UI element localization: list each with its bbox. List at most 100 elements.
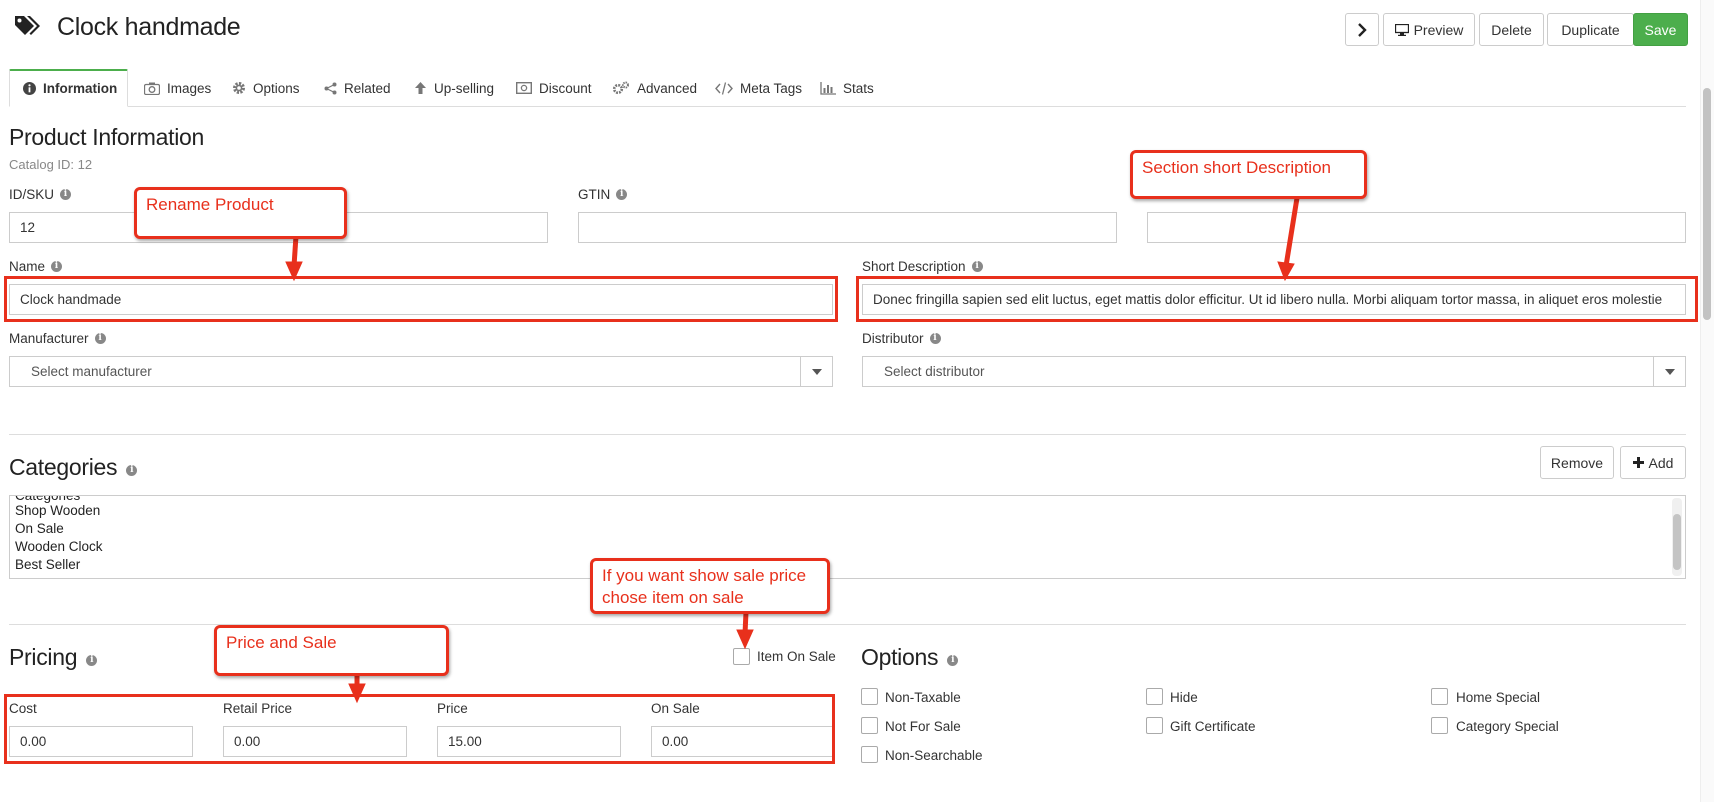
- info-icon: i: [616, 189, 628, 200]
- tab-advanced[interactable]: Advanced: [610, 69, 699, 107]
- not-for-sale-checkbox[interactable]: [861, 717, 878, 734]
- options-title: Options i: [861, 644, 959, 671]
- add-category-label: Add: [1648, 454, 1674, 471]
- categories-title: Categories i: [9, 454, 138, 481]
- gtin-label-text: GTIN: [578, 187, 611, 202]
- tab-stats-label: Stats: [843, 80, 874, 96]
- tab-options[interactable]: Options: [230, 69, 302, 107]
- chevron-right-icon: [1358, 22, 1367, 37]
- category-item[interactable]: Shop Wooden: [15, 502, 100, 520]
- item-on-sale-checkbox[interactable]: [733, 648, 750, 665]
- pricing-title-text: Pricing: [9, 644, 78, 670]
- price-and-sale-callout: Price and Sale: [214, 625, 449, 676]
- non-searchable-checkbox[interactable]: [861, 746, 878, 763]
- caret-down-icon: [1653, 357, 1685, 386]
- gtin-label: GTIN i: [578, 187, 628, 202]
- hide-label: Hide: [1170, 690, 1198, 705]
- info-circle-icon: [23, 82, 36, 95]
- item-on-sale-callout-line2: chose item on sale: [602, 588, 744, 607]
- home-special-checkbox[interactable]: [1431, 688, 1448, 705]
- tab-up-selling[interactable]: Up-selling: [412, 69, 496, 107]
- manufacturer-select[interactable]: Select manufacturer: [9, 356, 833, 387]
- delete-button[interactable]: Delete: [1479, 13, 1544, 46]
- category-item[interactable]: Wooden Clock: [15, 538, 103, 556]
- tab-discount-label: Discount: [539, 80, 592, 96]
- desktop-icon: [1394, 23, 1409, 36]
- tab-related[interactable]: Related: [322, 69, 393, 107]
- info-icon: i: [947, 655, 959, 666]
- non-searchable-label: Non-Searchable: [885, 748, 983, 763]
- next-button[interactable]: [1345, 13, 1379, 46]
- distributor-select[interactable]: Select distributor: [862, 356, 1686, 387]
- categories-listbox[interactable]: Categories Shop Wooden On Sale Wooden Cl…: [9, 495, 1686, 579]
- tab-related-label: Related: [344, 80, 391, 96]
- add-category-button[interactable]: Add: [1620, 446, 1686, 479]
- annotation-arrows: [285, 197, 1300, 704]
- info-icon: i: [86, 655, 98, 666]
- tab-information[interactable]: Information: [9, 69, 129, 107]
- gift-certificate-label: Gift Certificate: [1170, 719, 1256, 734]
- tab-up-selling-label: Up-selling: [434, 80, 495, 96]
- tab-information-label: Information: [43, 81, 118, 96]
- third-field-input[interactable]: [1147, 212, 1686, 243]
- distributor-select-value: Select distributor: [884, 364, 985, 379]
- pricing-title: Pricing i: [9, 644, 98, 671]
- tab-meta-tags-label: Meta Tags: [740, 80, 803, 96]
- hide-checkbox[interactable]: [1146, 688, 1163, 705]
- short-description-label-text: Short Description: [862, 259, 966, 274]
- manufacturer-select-value: Select manufacturer: [31, 364, 152, 379]
- pricing-highlight-box: [4, 694, 835, 764]
- manufacturer-label-text: Manufacturer: [9, 331, 89, 346]
- info-icon: i: [94, 333, 106, 344]
- tab-images-label: Images: [167, 80, 212, 96]
- caret-down-icon: [800, 357, 832, 386]
- page-scrollbar-thumb[interactable]: [1703, 88, 1711, 320]
- duplicate-button[interactable]: Duplicate: [1547, 13, 1634, 46]
- category-item[interactable]: Best Seller: [15, 556, 80, 574]
- share-icon: [324, 82, 337, 94]
- categories-title-text: Categories: [9, 454, 118, 480]
- item-on-sale-label: Item On Sale: [757, 649, 836, 664]
- info-icon: i: [971, 261, 983, 272]
- save-button[interactable]: Save: [1633, 13, 1688, 46]
- preview-button[interactable]: Preview: [1383, 13, 1475, 46]
- name-label: Name i: [9, 259, 63, 274]
- category-special-label: Category Special: [1456, 719, 1559, 734]
- listbox-scrollbar-thumb[interactable]: [1673, 514, 1681, 570]
- code-icon: [715, 81, 733, 95]
- preview-label: Preview: [1413, 21, 1464, 38]
- non-taxable-checkbox[interactable]: [861, 688, 878, 705]
- arrow-up-icon: [415, 82, 426, 94]
- sku-label-text: ID/SKU: [9, 187, 55, 202]
- rename-product-callout: Rename Product: [134, 187, 347, 239]
- item-on-sale-callout: If you want show sale price chose item o…: [590, 558, 830, 614]
- plus-icon: [1632, 457, 1644, 468]
- tab-stats[interactable]: Stats: [818, 69, 876, 107]
- info-icon: i: [126, 465, 138, 476]
- tab-images[interactable]: Images: [142, 69, 213, 107]
- name-highlight-box: [4, 276, 838, 322]
- remove-category-button[interactable]: Remove: [1540, 446, 1614, 479]
- category-special-checkbox[interactable]: [1431, 717, 1448, 734]
- catalog-id: Catalog ID: 12: [9, 157, 93, 172]
- gtin-input[interactable]: [578, 212, 1117, 243]
- not-for-sale-label: Not For Sale: [885, 719, 961, 734]
- short-description-label: Short Description i: [862, 259, 983, 274]
- sku-label: ID/SKU i: [9, 187, 72, 202]
- info-icon: i: [60, 189, 72, 200]
- info-icon: i: [51, 261, 63, 272]
- money-icon: [516, 82, 532, 94]
- gears-icon: [612, 81, 629, 95]
- product-information-title: Product Information: [9, 124, 205, 150]
- tab-meta-tags[interactable]: Meta Tags: [713, 69, 804, 107]
- name-label-text: Name: [9, 259, 46, 274]
- short-description-highlight-box: [856, 276, 1698, 322]
- distributor-label-text: Distributor: [862, 331, 924, 346]
- distributor-label: Distributor i: [862, 331, 941, 346]
- home-special-label: Home Special: [1456, 690, 1541, 705]
- gift-certificate-checkbox[interactable]: [1146, 717, 1163, 734]
- tab-advanced-label: Advanced: [637, 80, 698, 96]
- gear-icon: [233, 82, 245, 94]
- category-item[interactable]: On Sale: [15, 520, 64, 538]
- tab-discount[interactable]: Discount: [514, 69, 594, 107]
